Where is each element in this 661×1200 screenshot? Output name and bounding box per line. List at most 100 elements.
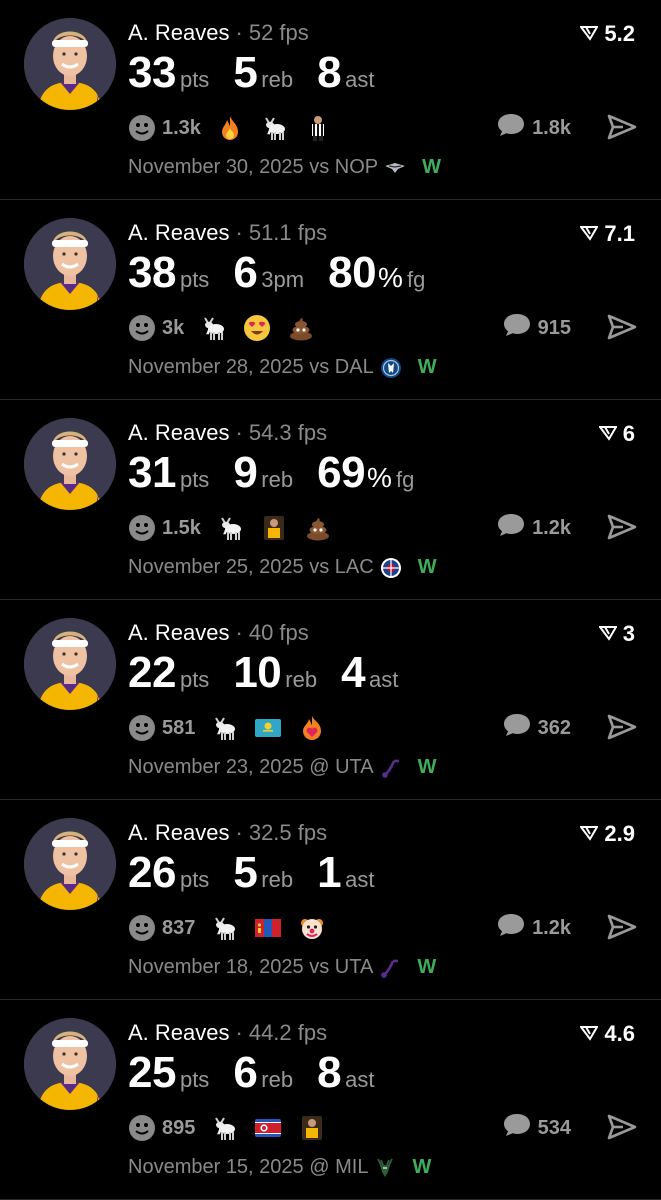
comment-icon [496,112,532,144]
player-avatar[interactable]: L [24,1018,116,1110]
game-date: November 18, 2025 [128,956,304,978]
goat-icon[interactable] [209,913,239,943]
stat-line: 25 pts 6 reb 8 ast [128,1048,398,1098]
player-name[interactable]: A. Reaves [128,1020,230,1045]
svg-text:L: L [95,295,102,305]
comments-button[interactable]: 1.8k [496,111,571,145]
stat-value: 5 [233,848,258,897]
stat-value: 8 [317,48,342,97]
rating-icon [579,21,600,47]
smiley-reaction-icon[interactable] [128,514,156,542]
heart-eyes-icon[interactable] [242,313,272,343]
player-name[interactable]: A. Reaves [128,20,230,45]
smiley-reaction-icon[interactable] [128,314,156,342]
game-card[interactable]: L A. Reaves · 32.5 fps 2.9 26 pts 5 reb 1 ast 8… [0,800,661,1000]
player-avatar[interactable]: L [24,418,116,510]
game-meta: November 23, 2025 @ UTA W [128,756,437,779]
rating-icon [597,621,618,647]
goat-icon[interactable] [259,113,289,143]
opponent-abbr[interactable]: UTA [335,756,374,779]
comments-button[interactable]: 1.2k [496,911,571,945]
separator-dot: · [235,820,243,845]
stat-percent-sign: % [378,262,403,293]
stat-item: 6 3pm [233,248,304,298]
share-button[interactable] [607,113,637,141]
player-avatar[interactable]: L [24,18,116,110]
game-date: November 15, 2025 [128,1156,304,1178]
share-icon [607,514,637,540]
player-photo-icon[interactable] [297,1113,327,1143]
mongolia-flag-icon[interactable] [253,913,283,943]
share-button[interactable] [607,313,637,341]
stat-item: 80% fg [328,248,425,298]
stat-label: 3pm [261,267,305,292]
player-photo-icon[interactable] [259,513,289,543]
smiley-reaction-icon[interactable] [128,714,156,742]
stat-value: 10 [233,648,282,697]
share-button[interactable] [607,1113,637,1141]
comments-button[interactable]: 1.2k [496,511,571,545]
comment-icon [496,912,532,944]
smiley-reaction-icon[interactable] [128,114,156,142]
stat-value: 38 [128,248,176,297]
stat-line: 38 pts 6 3pm 80% fg [128,248,449,298]
rating: 6 [597,421,635,447]
game-card[interactable]: L A. Reaves · 44.2 fps 4.6 25 pts 6 reb 8 ast 8… [0,1000,661,1200]
player-name[interactable]: A. Reaves [128,620,230,645]
stat-label: ast [369,667,399,692]
game-result: W [417,756,437,778]
game-result: W [417,956,437,978]
player-avatar[interactable]: L [24,218,116,310]
stat-value: 31 [128,448,176,497]
goat-icon[interactable] [209,713,239,743]
comments-button[interactable]: 534 [502,1111,571,1145]
game-meta: November 15, 2025 @ MIL W [128,1156,431,1179]
fire-icon[interactable] [215,113,245,143]
svg-text:L: L [95,495,102,505]
smiley-reaction-icon[interactable] [128,914,156,942]
opponent-abbr[interactable]: NOP [335,156,378,179]
game-card[interactable]: L A. Reaves · 51.1 fps 7.1 38 pts 6 3pm 80% fg … [0,200,661,400]
reactions-bar: 1.5k [128,511,347,545]
poop-icon[interactable] [286,313,316,343]
share-icon [607,114,637,140]
north-korea-flag-icon[interactable] [253,1113,283,1143]
stat-value: 69 [317,448,366,497]
venue-marker: @ [309,1156,330,1178]
opponent-abbr[interactable]: MIL [335,1156,368,1179]
share-button[interactable] [607,513,637,541]
smiley-reaction-icon[interactable] [128,1114,156,1142]
player-name[interactable]: A. Reaves [128,420,230,445]
opponent-abbr[interactable]: DAL [335,356,374,379]
comments-button[interactable]: 915 [502,311,571,345]
fire-heart-icon[interactable] [297,713,327,743]
game-card[interactable]: L A. Reaves · 40 fps 3 22 pts 10 reb 4 ast 581 … [0,600,661,800]
goat-icon[interactable] [215,513,245,543]
share-button[interactable] [607,913,637,941]
stat-item: 8 ast [317,1048,374,1098]
referee-icon[interactable] [303,113,333,143]
opponent-abbr[interactable]: LAC [335,556,374,579]
stat-label: pts [179,267,210,292]
share-button[interactable] [607,713,637,741]
game-card[interactable]: L A. Reaves · 54.3 fps 6 31 pts 9 reb 69% fg 1.… [0,400,661,600]
player-name[interactable]: A. Reaves [128,820,230,845]
share-icon [607,914,637,940]
game-card[interactable]: L A. Reaves · 52 fps 5.2 33 pts 5 reb 8 ast 1.3… [0,0,661,200]
poop-icon[interactable] [303,513,333,543]
goat-icon[interactable] [198,313,228,343]
share-icon [607,714,637,740]
card-header: A. Reaves · 32.5 fps [128,820,327,846]
kazakhstan-flag-icon[interactable] [253,713,283,743]
player-avatar[interactable]: L [24,618,116,710]
clown-icon[interactable] [297,913,327,943]
svg-text:L: L [95,1095,102,1105]
rating-value: 2.9 [604,821,635,846]
rating-icon [579,221,600,247]
player-avatar[interactable]: L [24,818,116,910]
opponent-abbr[interactable]: UTA [335,956,374,979]
player-name[interactable]: A. Reaves [128,220,230,245]
comments-button[interactable]: 362 [502,711,571,745]
rating-value: 4.6 [604,1021,635,1046]
goat-icon[interactable] [209,1113,239,1143]
